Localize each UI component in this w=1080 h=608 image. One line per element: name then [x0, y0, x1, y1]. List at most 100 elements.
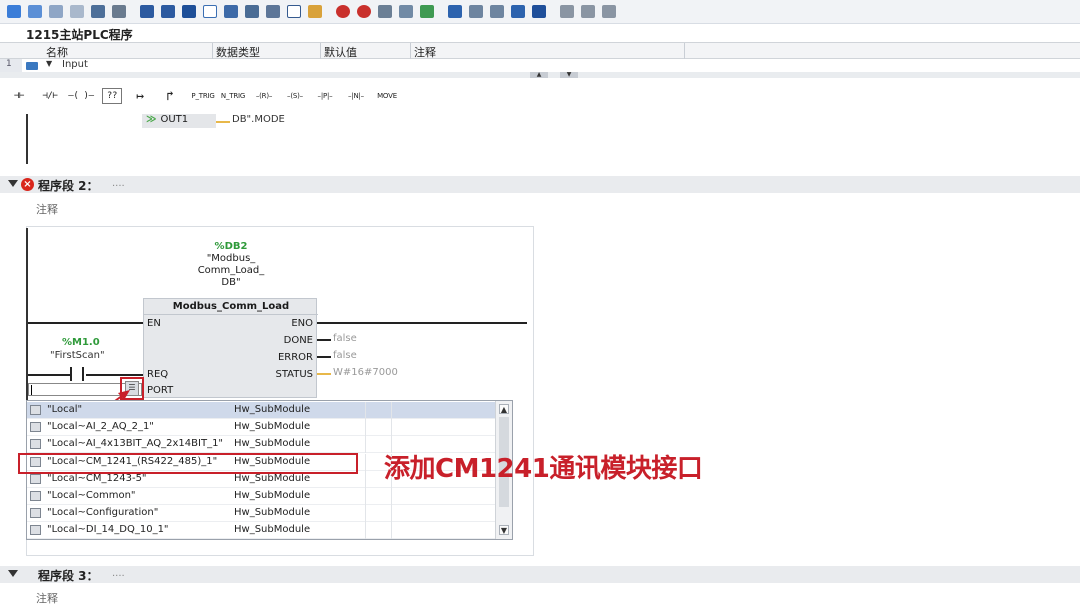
instance-db-address: %DB2 — [214, 241, 248, 252]
annotation-text: 添加CM1241通讯模块接口 — [384, 454, 703, 484]
module-icon — [30, 405, 41, 415]
list-item[interactable]: "Local~Common" Hw_SubModule — [27, 488, 496, 505]
symbol2-icon[interactable] — [263, 2, 283, 22]
close-all-icon[interactable] — [67, 2, 87, 22]
list-icon[interactable] — [137, 2, 157, 22]
open-branch-button[interactable]: ↦ — [130, 86, 150, 106]
cm1241-highlight-box — [18, 453, 358, 474]
column-datatype[interactable]: 数据类型 — [216, 44, 260, 60]
modbus-comm-load-block[interactable]: Modbus_Comm_Load EN ENO DONE ERROR REQ S… — [143, 298, 318, 398]
goto-icon[interactable] — [354, 2, 374, 22]
network-2-dots[interactable]: .... — [112, 178, 125, 189]
lock2-icon[interactable] — [599, 2, 619, 22]
module-icon — [30, 525, 41, 535]
splitter[interactable]: ▲ ▼ — [0, 72, 1080, 78]
glasses2-icon[interactable] — [578, 2, 598, 22]
network-3-comment[interactable]: 注释 — [26, 588, 536, 606]
p-trig-button[interactable]: P_TRIG — [189, 86, 217, 106]
network-3-header[interactable]: 程序段 3： .... — [0, 566, 1080, 583]
reset-coil-button[interactable]: –(R)– — [250, 86, 278, 106]
step2-icon[interactable] — [466, 2, 486, 22]
symbol-icon[interactable] — [242, 2, 262, 22]
chevron-down-icon[interactable]: ▼ — [46, 59, 52, 68]
out1-wire — [216, 121, 230, 123]
list-item[interactable]: "Local~AI_2_AQ_2_1" Hw_SubModule — [27, 419, 496, 436]
comment-icon[interactable] — [200, 2, 220, 22]
n-contact-button[interactable]: –|N|– — [342, 86, 370, 106]
network-1: ≫ OUT1 DB".MODE — [0, 114, 1080, 176]
n-trig-button[interactable]: N_TRIG — [219, 86, 247, 106]
force2-icon[interactable] — [508, 2, 528, 22]
row-number: 1 — [0, 59, 22, 72]
open-all-icon[interactable] — [46, 2, 66, 22]
network-delete-icon[interactable] — [25, 2, 45, 22]
pin-en: EN — [147, 318, 161, 329]
module-icon — [30, 508, 41, 518]
close-branch-button[interactable]: ↱ — [160, 86, 180, 106]
collapse-down-icon[interactable]: ▼ — [560, 72, 578, 78]
done-wire — [317, 339, 331, 341]
column-comment[interactable]: 注释 — [414, 44, 436, 60]
pin-req: REQ — [147, 369, 169, 380]
instance-db-label[interactable]: %DB2 "Modbus_ Comm_Load_ DB" — [186, 241, 276, 289]
p-contact-button[interactable]: –|P|– — [311, 86, 339, 106]
list-item[interactable]: "Local~DI_14_DQ_10_1" Hw_SubModule — [27, 522, 496, 539]
module-icon — [30, 439, 41, 449]
lock-icon[interactable] — [557, 2, 577, 22]
empty-box-button[interactable]: ?? — [102, 88, 122, 104]
collapse-up-icon[interactable]: ▲ — [530, 72, 548, 78]
list2-icon[interactable] — [158, 2, 178, 22]
contact-address[interactable]: %M1.0 — [62, 337, 100, 348]
network-insert-icon[interactable] — [4, 2, 24, 22]
network-2-header[interactable]: × 程序段 2： .... — [0, 176, 1080, 193]
pin-status: STATUS — [275, 369, 313, 380]
status-wire — [317, 373, 331, 375]
firstscan-contact[interactable] — [70, 367, 84, 381]
req-wire-right — [86, 374, 143, 376]
network-2-comment[interactable]: 注释 — [26, 199, 536, 217]
interface-header: 名称 数据类型 默认值 注释 — [0, 42, 1080, 59]
network-3-dots[interactable]: .... — [112, 568, 125, 579]
expand-icon[interactable] — [221, 2, 241, 22]
collapse-triangle-icon[interactable] — [8, 180, 18, 187]
move-button[interactable]: MOVE — [373, 86, 401, 106]
lad-instruction-bar: ⊣⊢ ⊣/⊢ –( )– ?? ↦ ↱ P_TRIG N_TRIG –(R)– … — [0, 80, 1080, 114]
module-icon — [30, 491, 41, 501]
collapse-triangle-icon[interactable] — [8, 570, 18, 577]
toggle-icon[interactable] — [88, 2, 108, 22]
list4-icon[interactable] — [284, 2, 304, 22]
browse-icon[interactable] — [375, 2, 395, 22]
coil-button[interactable]: –( )– — [66, 86, 96, 106]
pin-port: PORT — [147, 385, 174, 396]
list-item[interactable]: "Local" Hw_SubModule — [27, 402, 496, 419]
block-name: Modbus_Comm_Load — [144, 299, 318, 315]
download-icon[interactable] — [396, 2, 416, 22]
absolute-address-icon[interactable] — [109, 2, 129, 22]
list3-icon[interactable] — [179, 2, 199, 22]
error-icon[interactable] — [333, 2, 353, 22]
compare-icon[interactable] — [417, 2, 437, 22]
no-contact-button[interactable]: ⊣⊢ — [6, 86, 32, 106]
column-name[interactable]: 名称 — [46, 44, 68, 60]
nc-contact-button[interactable]: ⊣/⊢ — [36, 86, 64, 106]
glasses-icon[interactable] — [529, 2, 549, 22]
done-value: false — [333, 333, 357, 344]
out1-pin: ≫ OUT1 — [142, 114, 216, 128]
input-section-icon — [26, 62, 38, 70]
module-icon — [30, 474, 41, 484]
error-value: false — [333, 350, 357, 361]
pin-eno: ENO — [291, 318, 313, 329]
editor-toolbar — [0, 0, 1080, 24]
force-icon[interactable] — [487, 2, 507, 22]
en-wire — [28, 322, 143, 324]
scroll-down-icon[interactable]: ▼ — [499, 525, 509, 535]
set-coil-button[interactable]: –(S)– — [281, 86, 309, 106]
contact-symbol[interactable]: "FirstScan" — [50, 350, 105, 361]
error-icon: × — [21, 178, 34, 191]
scroll-up-icon[interactable]: ▲ — [499, 404, 509, 414]
list-item[interactable]: "Local~Configuration" Hw_SubModule — [27, 505, 496, 522]
monitor-icon[interactable] — [305, 2, 325, 22]
out1-operand[interactable]: DB".MODE — [232, 114, 285, 125]
column-default[interactable]: 默认值 — [324, 44, 357, 60]
step-icon[interactable] — [445, 2, 465, 22]
